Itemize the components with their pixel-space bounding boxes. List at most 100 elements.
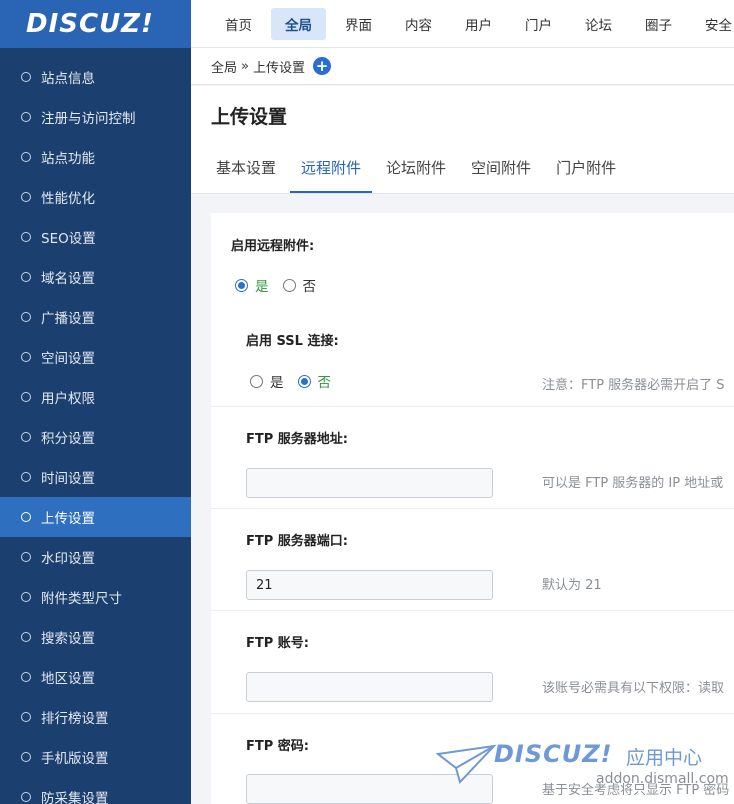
sidebar-item-label: 性能优化 <box>41 191 95 207</box>
discuz-logo[interactable]: DISCUZ! <box>0 0 191 48</box>
settings-tab[interactable]: 远程附件 <box>290 150 373 193</box>
row-ftp-user: FTP 账号: 该账号必需具有以下权限：读取 <box>211 611 734 714</box>
ssl-no-label[interactable]: 否 <box>318 371 332 391</box>
top-nav-item[interactable]: 论坛 <box>571 8 626 40</box>
sidebar-item-label: 域名设置 <box>41 271 95 287</box>
ftp-host-input[interactable] <box>246 468 493 498</box>
top-nav-item[interactable]: 界面 <box>331 8 386 40</box>
top-nav-item[interactable]: 圈子 <box>631 8 686 40</box>
sidebar-item[interactable]: 手机版设置 <box>0 737 191 777</box>
row-ssl: 启用 SSL 连接: 是 否 注意：FTP 服务器必需开启了 S <box>211 308 734 407</box>
top-nav-item[interactable]: 全局 <box>271 7 326 40</box>
sidebar: DISCUZ! 站点信息注册与访问控制 站点功能性能优化 SEO设置域名设置广播设置… <box>0 0 191 804</box>
settings-tab[interactable]: 论坛附件 <box>375 150 457 193</box>
top-nav-item[interactable]: 用户 <box>451 8 506 40</box>
sidebar-item-label: 地区设置 <box>41 671 95 687</box>
sidebar-item-label: 附件类型尺寸 <box>41 591 122 607</box>
circle-bullet-icon <box>21 352 31 362</box>
page-title: 上传设置 <box>211 106 288 128</box>
row-ftp-pass: FTP 密码: 基于安全考虑将只显示 FTP 密码 <box>211 714 734 804</box>
ftp-user-hint: 该账号必需具有以下权限：读取 <box>542 681 725 696</box>
sidebar-item[interactable]: 时间设置 <box>0 457 191 497</box>
ssl-yes-label[interactable]: 是 <box>270 371 284 391</box>
sidebar-item[interactable]: 积分设置 <box>0 417 191 457</box>
sidebar-item[interactable]: 搜索设置 <box>0 617 191 657</box>
sidebar-item[interactable]: 空间设置 <box>0 337 191 377</box>
sidebar-item[interactable]: 地区设置 <box>0 657 191 697</box>
circle-bullet-icon <box>21 592 31 602</box>
circle-bullet-icon <box>21 432 31 442</box>
sidebar-item[interactable]: 广播设置 <box>0 297 191 337</box>
circle-bullet-icon <box>21 512 31 522</box>
sidebar-item-label: 上传设置 <box>41 511 95 527</box>
sidebar-item-label: 空间设置 <box>41 351 95 367</box>
remote-enable-yes-radio[interactable] <box>235 278 248 292</box>
row-ftp-host: FTP 服务器地址: 可以是 FTP 服务器的 IP 地址或 <box>211 407 734 509</box>
sidebar-item-label: 注册与访问控制 <box>41 111 136 127</box>
ssl-label: 启用 SSL 连接: <box>246 334 339 349</box>
remote-enable-no-label[interactable]: 否 <box>303 275 317 295</box>
row-remote-enable: 启用远程附件: 是 否 <box>211 213 734 308</box>
circle-bullet-icon <box>21 472 31 482</box>
ssl-radios: 是 否 <box>250 371 345 391</box>
circle-bullet-icon <box>21 672 31 682</box>
sidebar-item[interactable]: 用户权限 <box>0 377 191 417</box>
sidebar-item-label: 站点功能 <box>41 151 95 167</box>
ftp-user-input[interactable] <box>246 672 493 702</box>
breadcrumb: 全局 » 上传设置 + <box>191 48 734 85</box>
remote-enable-radios: 是 否 <box>235 275 330 295</box>
circle-bullet-icon <box>21 72 31 82</box>
row-ftp-port: FTP 服务器端口: 默认为 21 <box>211 509 734 611</box>
top-nav-item[interactable]: 首页 <box>211 8 266 40</box>
sidebar-item[interactable]: 性能优化 <box>0 177 191 217</box>
sidebar-item[interactable]: 上传设置 <box>0 497 191 537</box>
ftp-user-label: FTP 账号: <box>246 636 310 651</box>
ftp-pass-input[interactable] <box>246 774 493 804</box>
settings-tab[interactable]: 基本设置 <box>205 150 287 193</box>
logo-suffix: ! <box>141 9 154 39</box>
page-header: 上传设置 基本设置 远程附件 论坛附件 空间附件 门户附件 <box>191 86 734 194</box>
sidebar-item-label: 广播设置 <box>41 311 95 327</box>
sidebar-item[interactable]: 防采集设置 <box>0 777 191 804</box>
sidebar-item-label: 水印设置 <box>41 551 95 567</box>
ftp-pass-hint: 基于安全考虑将只显示 FTP 密码 <box>542 783 730 798</box>
sidebar-item-label: SEO设置 <box>41 231 96 247</box>
plus-circle-icon[interactable]: + <box>313 57 331 75</box>
circle-bullet-icon <box>21 272 31 282</box>
ftp-port-input[interactable] <box>246 570 493 600</box>
sidebar-item[interactable]: 域名设置 <box>0 257 191 297</box>
ssl-no-radio[interactable] <box>297 374 311 388</box>
sidebar-menu: 站点信息注册与访问控制 站点功能性能优化 SEO设置域名设置广播设置空间设置用户权限… <box>0 48 191 804</box>
breadcrumb-current: 上传设置 <box>252 60 305 76</box>
sidebar-item[interactable]: 附件类型尺寸 <box>0 577 191 617</box>
ssl-hint: 注意：FTP 服务器必需开启了 S <box>542 378 725 393</box>
top-nav-item[interactable]: 内容 <box>391 8 446 40</box>
settings-tab[interactable]: 门户附件 <box>545 150 627 193</box>
sidebar-item[interactable]: SEO设置 <box>0 217 191 257</box>
circle-bullet-icon <box>21 752 31 762</box>
circle-bullet-icon <box>21 192 31 202</box>
circle-bullet-icon <box>21 792 31 802</box>
sidebar-item-label: 排行榜设置 <box>41 711 109 727</box>
sidebar-item-label: 时间设置 <box>41 471 95 487</box>
circle-bullet-icon <box>21 392 31 402</box>
sidebar-item[interactable]: 排行榜设置 <box>0 697 191 737</box>
sidebar-item-label: 站点信息 <box>41 71 95 87</box>
circle-bullet-icon <box>21 312 31 322</box>
sidebar-item-label: 防采集设置 <box>41 791 109 804</box>
ssl-yes-radio[interactable] <box>250 374 263 388</box>
remote-enable-no-radio[interactable] <box>282 278 296 292</box>
sidebar-item[interactable]: 注册与访问控制 <box>0 97 191 137</box>
settings-panel: 启用远程附件: 是 否 启用 SSL 连接: 是 否 注意：FTP 服务器必需开… <box>211 213 734 804</box>
settings-tab[interactable]: 空间附件 <box>460 150 542 193</box>
circle-bullet-icon <box>21 552 31 562</box>
top-nav-item[interactable]: 门户 <box>511 8 566 40</box>
breadcrumb-root[interactable]: 全局 <box>211 57 237 76</box>
top-nav-item[interactable]: 安全 <box>691 8 734 40</box>
circle-bullet-icon <box>21 712 31 722</box>
remote-enable-yes-label[interactable]: 是 <box>255 275 269 295</box>
sidebar-item[interactable]: 站点功能 <box>0 137 191 177</box>
sidebar-item[interactable]: 水印设置 <box>0 537 191 577</box>
logo-text: DISCUZ <box>26 9 142 39</box>
sidebar-item[interactable]: 站点信息 <box>0 57 191 97</box>
